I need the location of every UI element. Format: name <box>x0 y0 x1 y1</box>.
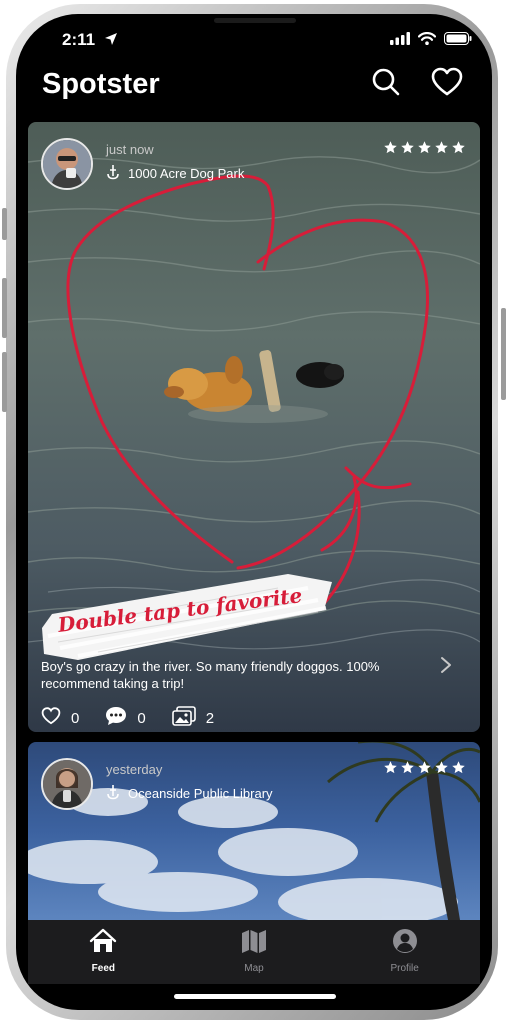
home-icon <box>89 928 117 959</box>
tab-bar: Feed Map Profile <box>28 920 480 984</box>
home-indicator[interactable] <box>174 994 336 999</box>
photos-icon <box>171 706 196 730</box>
status-time: 2:11 <box>62 30 96 49</box>
search-button[interactable] <box>368 66 404 102</box>
comment-button[interactable]: 0 <box>105 706 146 730</box>
tab-profile[interactable]: Profile <box>329 920 480 984</box>
search-icon <box>371 67 401 102</box>
star-icon <box>417 140 432 160</box>
star-icon <box>434 760 449 780</box>
tab-label: Profile <box>390 963 419 974</box>
star-icon <box>451 760 466 780</box>
screen: 2:11 Spotster just now 1000 Acre Dog Par… <box>16 14 492 1010</box>
star-icon <box>400 140 415 160</box>
photo-count: 2 <box>205 709 215 727</box>
app-title: Spotster <box>42 68 160 100</box>
tab-map[interactable]: Map <box>179 920 330 984</box>
heart-icon <box>431 67 463 102</box>
heart-outline-icon <box>41 707 61 729</box>
star-icon <box>400 760 415 780</box>
post-stats: 0 0 2 <box>41 706 240 730</box>
comment-bubble-icon <box>105 706 127 730</box>
double-tap-hint: Double tap to favorite <box>38 566 338 662</box>
favorites-button[interactable] <box>429 66 465 102</box>
photos-button[interactable]: 2 <box>171 706 215 730</box>
status-icons <box>390 32 472 50</box>
avatar[interactable] <box>41 138 93 190</box>
star-icon <box>417 760 432 780</box>
avatar[interactable] <box>41 758 93 810</box>
rating-stars <box>383 140 466 160</box>
chevron-right-icon[interactable] <box>440 656 452 679</box>
star-icon <box>383 140 398 160</box>
star-icon <box>434 140 449 160</box>
place-name: 1000 Acre Dog Park <box>128 166 245 181</box>
action-button <box>2 208 7 240</box>
place-name: Oceanside Public Library <box>128 786 273 801</box>
map-icon <box>241 928 267 959</box>
tab-feed[interactable]: Feed <box>28 920 179 984</box>
comment-count: 0 <box>137 709 146 727</box>
profile-icon <box>392 928 418 959</box>
like-button[interactable]: 0 <box>41 707 79 729</box>
star-icon <box>451 140 466 160</box>
place-link[interactable]: 1000 Acre Dog Park <box>106 164 244 183</box>
location-arrow-icon <box>104 32 118 51</box>
battery-icon <box>444 32 472 50</box>
post-card[interactable]: yesterday Oceanside Public Library <box>28 742 480 920</box>
post-caption: Boy's go crazy in the river. So many fri… <box>41 659 380 691</box>
power-button <box>501 308 506 400</box>
rating-stars <box>383 760 466 780</box>
volume-up-button <box>2 278 7 338</box>
anchor-pin-icon <box>106 164 120 183</box>
post-time: yesterday <box>106 762 163 777</box>
wifi-icon <box>417 32 437 50</box>
volume-down-button <box>2 352 7 412</box>
place-link[interactable]: Oceanside Public Library <box>106 784 273 803</box>
star-icon <box>383 760 398 780</box>
tab-label: Map <box>244 963 264 974</box>
signal-icon <box>390 32 410 50</box>
post-time: just now <box>106 142 154 157</box>
like-count: 0 <box>71 709 80 727</box>
notch <box>162 14 348 46</box>
tab-label: Feed <box>91 963 115 974</box>
anchor-pin-icon <box>106 784 120 803</box>
